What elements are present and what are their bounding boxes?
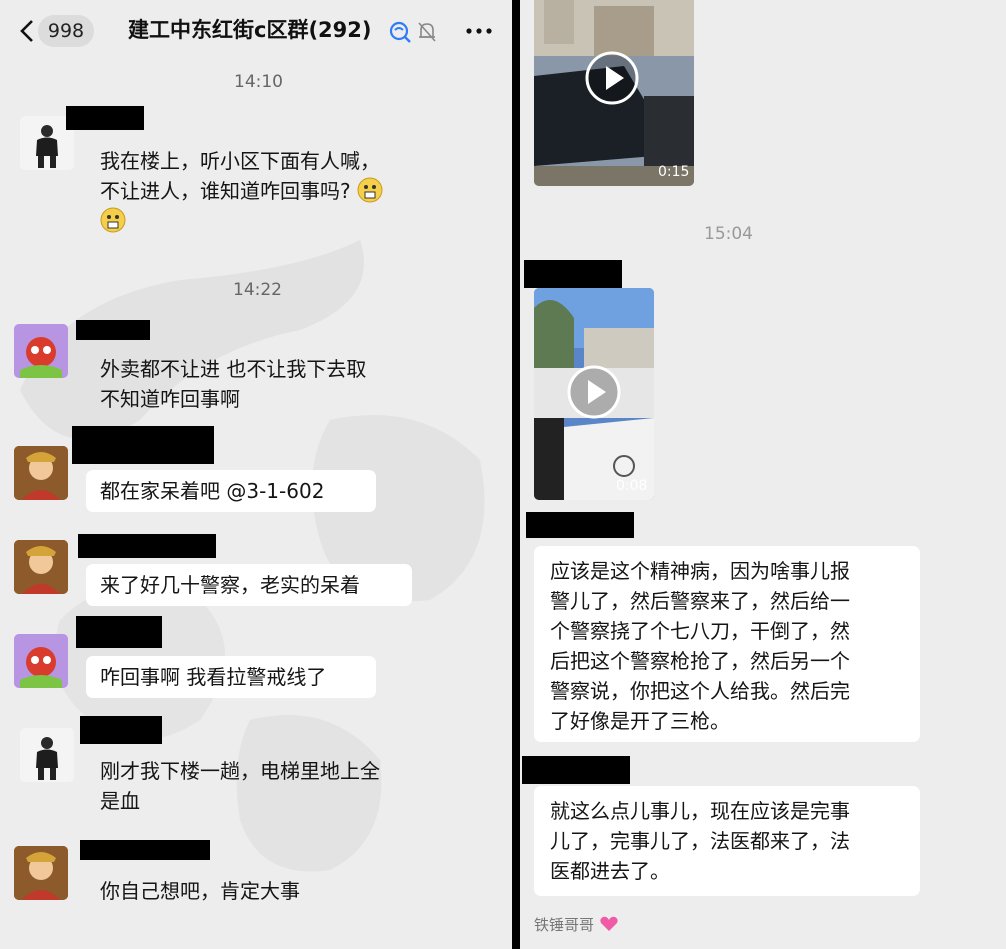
video-duration: 0:08 — [616, 478, 648, 494]
redacted-name — [526, 512, 634, 538]
shocked-emoji-icon — [357, 177, 383, 203]
redacted-name — [80, 716, 162, 744]
message-bubble: 应该是这个精神病，因为啥事儿报 警儿了，然后警察来了，然后给一 个警察挠了个七八… — [534, 546, 920, 742]
message-bubble: 咋回事啊 我看拉警戒线了 — [86, 656, 376, 698]
message-line: 后把这个警察枪抢了，然后另一个 — [550, 649, 850, 673]
redacted-name — [522, 756, 630, 784]
chat-title: 建工中东红街c区群(292) — [128, 18, 372, 42]
message-line: 了好像是开了三枪。 — [550, 709, 730, 733]
message-bubble: 就这么点儿事儿，现在应该是完事 儿了，完事儿了，法医都来了，法 医都进去了。 — [534, 786, 920, 896]
back-arrow-icon[interactable] — [14, 17, 40, 45]
message-line: 警儿了，然后警察来了，然后给一 — [550, 589, 850, 613]
redacted-name — [76, 616, 162, 648]
message-line: 来了好几十警察，老实的呆着 — [100, 573, 360, 597]
avatar[interactable] — [14, 540, 68, 594]
cartoon-avatar-icon — [14, 540, 68, 594]
message-line: 应该是这个精神病，因为啥事儿报 — [550, 559, 850, 583]
message-line-text: 不让进人，谁知道咋回事吗? — [100, 179, 351, 203]
video-message[interactable]: 0:08 — [534, 288, 654, 500]
message-line: 警察说，你把这个人给我。然后完 — [550, 679, 850, 703]
cartoon-avatar-icon — [14, 846, 68, 900]
avatar[interactable] — [14, 846, 68, 900]
video-duration: 0:15 — [658, 164, 690, 180]
play-icon[interactable] — [566, 364, 622, 420]
cartoon-avatar-icon — [14, 446, 68, 500]
redacted-name — [524, 260, 622, 288]
heart-icon — [600, 916, 618, 931]
avatar[interactable] — [14, 634, 68, 688]
cartoon-avatar-icon — [14, 634, 68, 688]
redacted-name — [78, 534, 216, 558]
play-icon[interactable] — [584, 50, 640, 106]
message-text: 刚才我下楼一趟，电梯里地上全 是血 — [100, 756, 380, 816]
redacted-name — [66, 106, 144, 130]
message-line: 你自己想吧，肯定大事 — [100, 879, 300, 903]
message-line: 都在家呆着吧 @3-1-602 — [100, 479, 325, 503]
redacted-name — [76, 320, 150, 340]
message-bubble: 来了好几十警察，老实的呆着 — [86, 564, 412, 606]
chat-header: 998 建工中东红街c区群(292) — [0, 0, 512, 62]
timestamp: 14:22 — [233, 280, 282, 300]
message-text: 我在楼上，听小区下面有人喊， 不让进人，谁知道咋回事吗? — [100, 146, 383, 236]
timestamp: 15:04 — [704, 224, 753, 244]
message-line: 医都进去了。 — [550, 859, 670, 883]
message-line: 儿了，完事儿了，法医都来了，法 — [550, 829, 850, 853]
avatar[interactable] — [20, 728, 74, 782]
redacted-name — [72, 426, 214, 464]
message-text: 外卖都不让进 也不让我下去取 不知道咋回事啊 — [100, 354, 366, 414]
cartoon-avatar-icon — [14, 324, 68, 378]
message-line: 我在楼上，听小区下面有人喊， — [100, 149, 380, 173]
message-line: 不让进人，谁知道咋回事吗? — [100, 176, 383, 206]
message-line: 个警察挠了个七八刀，干倒了，然 — [550, 619, 850, 643]
video-message[interactable]: 0:15 — [534, 0, 694, 186]
shocked-emoji-icon — [100, 207, 126, 233]
message-text: 你自己想吧，肯定大事 — [100, 876, 300, 906]
right-chat-panel: 0:15 15:04 0:08 应该是这个精神病，因为啥事儿报 警儿了，然后警察… — [520, 0, 1006, 949]
left-chat-panel: 998 建工中东红街c区群(292) 14:10 我在楼上，听小区下面有人喊， … — [0, 0, 512, 949]
message-line: 就这么点儿事儿，现在应该是完事 — [550, 799, 850, 823]
source-watermark: 铁锤哥哥 — [534, 914, 619, 935]
avatar[interactable] — [14, 446, 68, 500]
person-avatar-icon — [36, 737, 58, 780]
message-line: 是血 — [100, 789, 140, 813]
message-line: 刚才我下楼一趟，电梯里地上全 — [100, 759, 380, 783]
message-line: 外卖都不让进 也不让我下去取 — [100, 357, 367, 381]
unread-badge[interactable]: 998 — [38, 15, 94, 47]
more-icon[interactable] — [466, 28, 492, 34]
avatar[interactable] — [14, 324, 68, 378]
mute-bell-icon — [418, 22, 436, 42]
timestamp: 14:10 — [234, 72, 283, 92]
watermark-text: 铁锤哥哥 — [534, 916, 595, 934]
redacted-name — [80, 840, 210, 860]
message-line: 咋回事啊 我看拉警戒线了 — [100, 665, 327, 689]
search-chat-icon[interactable] — [388, 20, 412, 44]
message-line — [100, 206, 383, 236]
message-bubble: 都在家呆着吧 @3-1-602 — [86, 470, 376, 512]
message-line: 不知道咋回事啊 — [100, 387, 240, 411]
